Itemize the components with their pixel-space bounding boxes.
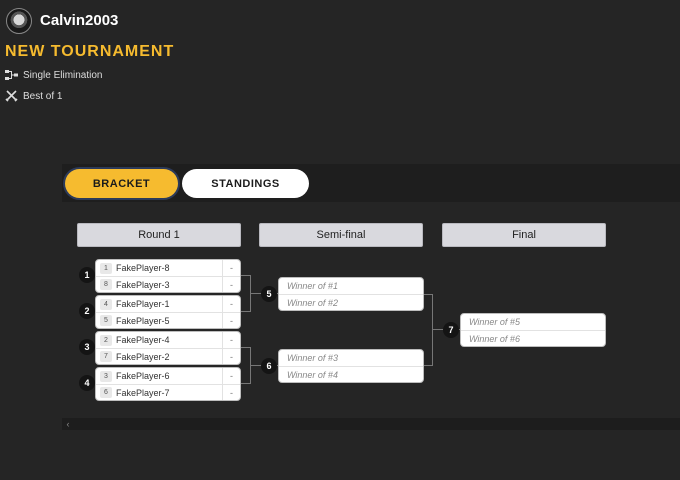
tournament-title: NEW TOURNAMENT [5, 43, 175, 60]
winner-placeholder: Winner of #3 [287, 353, 338, 363]
bracket-tree-icon [5, 69, 19, 81]
tab-standings[interactable]: STANDINGS [182, 169, 309, 198]
match-slot[interactable]: 6 FakePlayer-7 - [96, 384, 240, 400]
seed-badge: 4 [100, 298, 112, 310]
score-cell: - [222, 260, 240, 276]
format-label: Single Elimination [23, 69, 103, 81]
match-slot[interactable]: 4 FakePlayer-1 - [96, 296, 240, 312]
match-slot[interactable]: 1 FakePlayer-8 - [96, 260, 240, 276]
score-cell: - [222, 277, 240, 292]
match-slot[interactable]: 8 FakePlayer-3 - [96, 276, 240, 292]
winner-placeholder: Winner of #6 [469, 333, 520, 344]
match-card-7[interactable]: Winner of #5 Winner of #6 [460, 313, 606, 347]
connector-line [423, 294, 432, 295]
player-name: FakePlayer-8 [116, 263, 170, 273]
seed-badge: 6 [100, 387, 112, 398]
series-row: Best of 1 [5, 90, 62, 102]
tab-bracket[interactable]: BRACKET [65, 169, 178, 198]
match-number: 2 [79, 303, 95, 319]
series-label: Best of 1 [23, 90, 63, 102]
match-number: 4 [79, 375, 95, 391]
player-name: FakePlayer-7 [116, 387, 170, 398]
winner-placeholder: Winner of #5 [469, 317, 520, 327]
winner-placeholder: Winner of #4 [287, 369, 338, 380]
match-number: 1 [79, 267, 95, 283]
match-slot[interactable]: 2 FakePlayer-4 - [96, 332, 240, 348]
connector-line [241, 347, 250, 348]
round-header-final: Final [442, 223, 606, 247]
score-cell: - [222, 385, 240, 400]
match-number: 3 [79, 339, 95, 355]
chevron-left-icon[interactable]: ‹ [64, 418, 72, 430]
horizontal-scrollbar[interactable]: ‹ [62, 418, 680, 430]
connector-line [241, 311, 250, 312]
match-card-3[interactable]: 2 FakePlayer-4 - 7 FakePlayer-2 - [95, 331, 241, 365]
score-cell: - [222, 313, 240, 328]
connector-line [432, 294, 433, 366]
round-header-semi-final: Semi-final [259, 223, 423, 247]
tournament-header: Calvin2003 NEW TOURNAMENT Single Elimina… [0, 0, 680, 160]
score-cell: - [222, 332, 240, 348]
match-slot[interactable]: Winner of #3 [279, 350, 423, 366]
seed-badge: 3 [100, 370, 112, 382]
player-name: FakePlayer-5 [116, 315, 170, 326]
match-slot[interactable]: Winner of #4 [279, 366, 423, 382]
score-cell: - [222, 368, 240, 384]
format-row: Single Elimination [5, 69, 103, 81]
seed-badge: 5 [100, 315, 112, 326]
round-header-round-1: Round 1 [77, 223, 241, 247]
connector-line [423, 365, 432, 366]
connector-line [241, 275, 250, 276]
match-slot[interactable]: 3 FakePlayer-6 - [96, 368, 240, 384]
score-cell: - [222, 296, 240, 312]
match-number: 5 [261, 286, 277, 302]
player-name: FakePlayer-6 [116, 371, 170, 381]
seed-badge: 2 [100, 334, 112, 346]
score-cell: - [222, 349, 240, 364]
player-name: FakePlayer-2 [116, 351, 170, 362]
match-slot[interactable]: Winner of #6 [461, 330, 605, 346]
seed-badge: 8 [100, 279, 112, 290]
match-slot[interactable]: Winner of #2 [279, 294, 423, 310]
player-name: FakePlayer-4 [116, 335, 170, 345]
match-card-4[interactable]: 3 FakePlayer-6 - 6 FakePlayer-7 - [95, 367, 241, 401]
match-card-6[interactable]: Winner of #3 Winner of #4 [278, 349, 424, 383]
match-slot[interactable]: 7 FakePlayer-2 - [96, 348, 240, 364]
player-name: FakePlayer-1 [116, 299, 170, 309]
view-tabs: BRACKET STANDINGS [62, 164, 680, 202]
match-number: 7 [443, 322, 459, 338]
match-card-5[interactable]: Winner of #1 Winner of #2 [278, 277, 424, 311]
seed-badge: 1 [100, 262, 112, 274]
player-name: FakePlayer-3 [116, 279, 170, 290]
match-number: 6 [261, 358, 277, 374]
match-card-2[interactable]: 4 FakePlayer-1 - 5 FakePlayer-5 - [95, 295, 241, 329]
match-slot[interactable]: 5 FakePlayer-5 - [96, 312, 240, 328]
match-slot[interactable]: Winner of #5 [461, 314, 605, 330]
winner-placeholder: Winner of #1 [287, 281, 338, 291]
avatar[interactable] [6, 8, 32, 34]
crossed-swords-icon [5, 90, 19, 102]
bracket-view: Round 1 Semi-final Final 1 1 FakePlayer-… [62, 202, 680, 418]
winner-placeholder: Winner of #2 [287, 297, 338, 308]
match-card-1[interactable]: 1 FakePlayer-8 - 8 FakePlayer-3 - [95, 259, 241, 293]
connector-line [241, 383, 250, 384]
username[interactable]: Calvin2003 [40, 12, 118, 29]
seed-badge: 7 [100, 351, 112, 362]
match-slot[interactable]: Winner of #1 [279, 278, 423, 294]
